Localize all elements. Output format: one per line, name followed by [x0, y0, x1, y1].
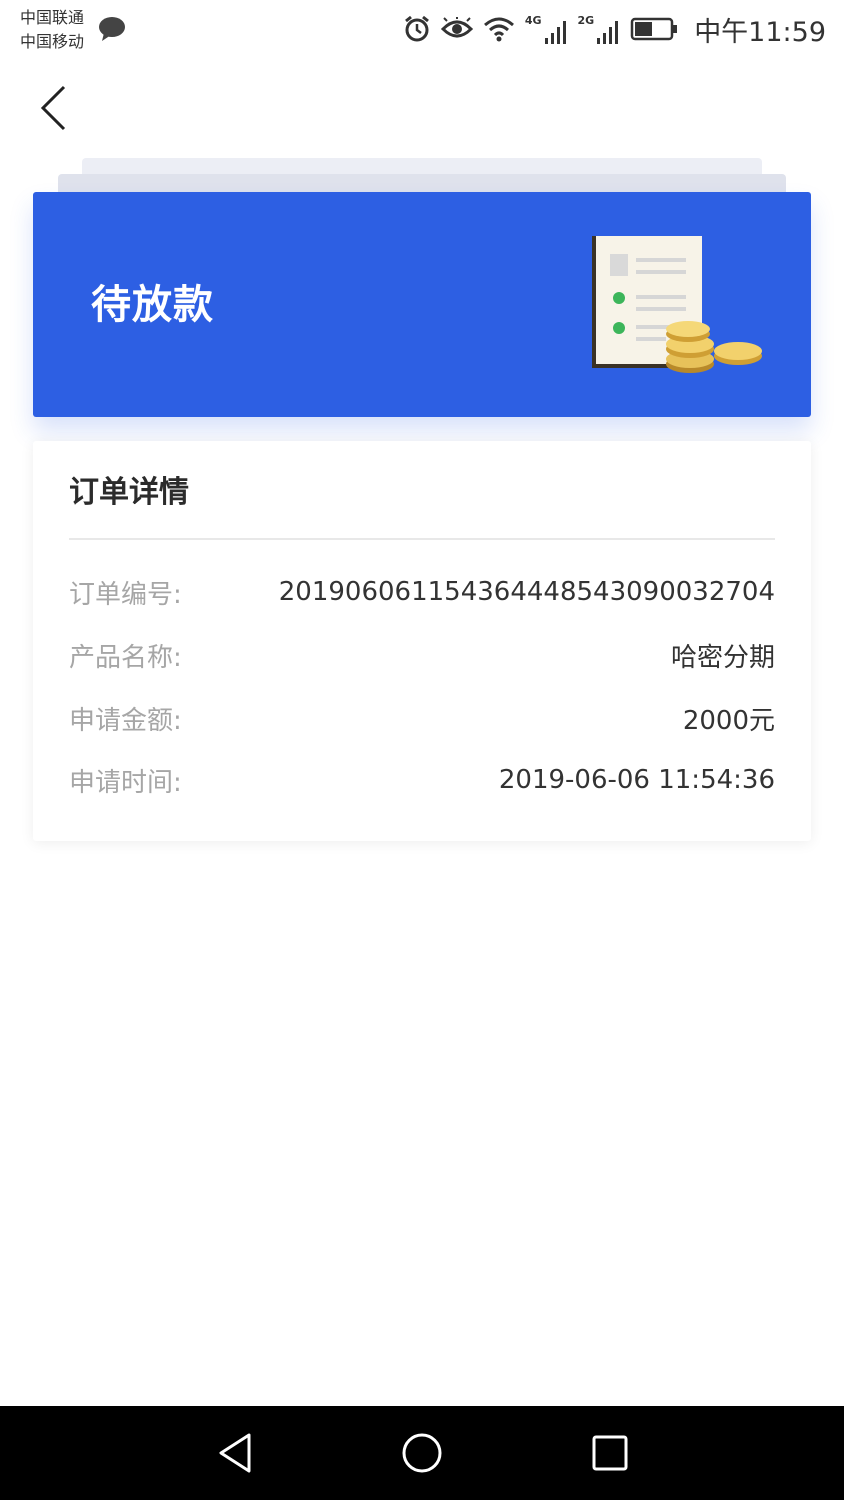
carrier-names: 中国联通 中国移动	[20, 6, 84, 54]
message-icon	[99, 17, 125, 41]
loan-status-card: 待放款	[33, 192, 811, 417]
network-type-label: 2G	[577, 14, 595, 27]
signal-4g: 4G	[525, 14, 568, 44]
row-value: 2000元	[682, 705, 775, 736]
status-bar: 中国联通 中国移动 4G 2G 中午11:59	[0, 0, 844, 60]
document-coins-icon	[592, 236, 762, 373]
row-value: 哈密分期	[670, 642, 775, 673]
detail-row-product-name: 产品名称: 哈密分期	[69, 635, 775, 675]
home-circle-icon	[402, 1433, 442, 1473]
row-label: 产品名称:	[69, 642, 182, 673]
nav-back-button[interactable]	[210, 1428, 260, 1478]
detail-row-apply-time: 申请时间: 2019-06-06 11:54:36	[69, 760, 775, 800]
nav-home-button[interactable]	[397, 1428, 447, 1478]
detail-row-amount: 申请金额: 2000元	[69, 698, 775, 738]
row-label: 订单编号:	[69, 579, 182, 610]
signal-icon	[597, 21, 619, 44]
wifi-icon	[483, 17, 514, 42]
row-label: 申请时间:	[69, 767, 182, 798]
carrier-2: 中国移动	[20, 32, 85, 51]
recents-square-icon	[592, 1435, 628, 1471]
carrier-1: 中国联通	[20, 8, 85, 27]
order-detail-title: 订单详情	[69, 475, 189, 510]
nav-recents-button[interactable]	[585, 1428, 635, 1478]
signal-2g: 2G	[578, 14, 621, 44]
row-value: 20190606115436444854309003270​4	[278, 577, 775, 607]
eye-icon	[440, 17, 473, 38]
signal-icon	[544, 21, 566, 44]
loan-status-title: 待放款	[91, 282, 214, 328]
back-triangle-icon	[219, 1433, 251, 1473]
row-value: 2019-06-06 11:54:36	[498, 765, 775, 795]
chevron-left-icon	[40, 85, 66, 131]
network-type-label: 4G	[524, 14, 542, 27]
status-icons: 4G 2G 中午11:59	[403, 12, 826, 48]
order-detail-card: 订单详情 订单编号: 20190606115436444854309003270…	[33, 441, 811, 841]
divider	[69, 538, 775, 540]
back-button[interactable]	[26, 80, 80, 136]
system-nav-bar	[0, 1406, 844, 1500]
battery-icon	[630, 17, 678, 41]
row-label: 申请金额:	[69, 705, 182, 736]
detail-row-order-number: 订单编号: 20190606115436444854309003270​4	[69, 572, 775, 612]
clock-time: 中午11:59	[694, 16, 826, 48]
alarm-icon	[404, 15, 429, 42]
